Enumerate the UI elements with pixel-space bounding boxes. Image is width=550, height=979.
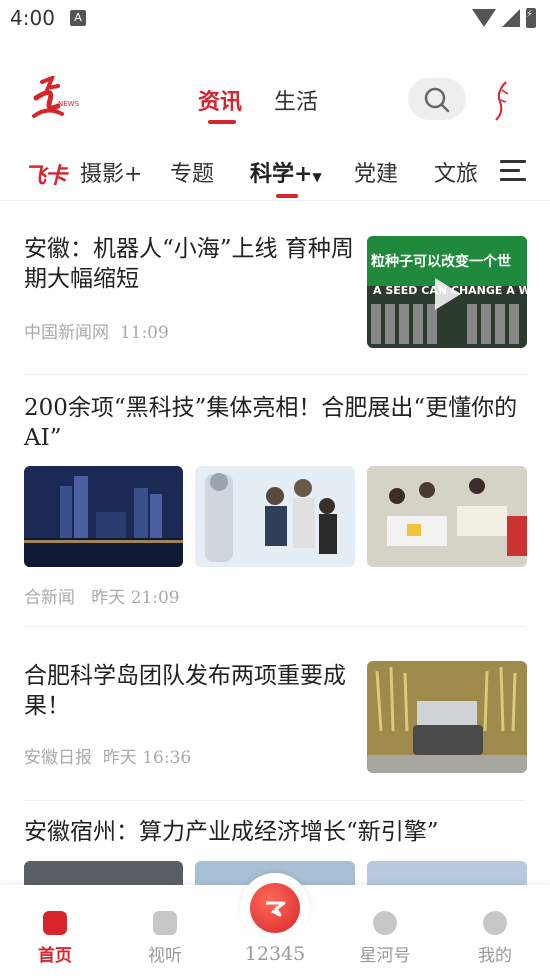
news-image-city[interactable] [24,466,183,567]
news-source: 合新闻 [24,588,75,608]
tab-news[interactable]: 资讯 [198,84,242,124]
active-channel-indicator [276,194,298,198]
news-source: 中国新闻网 [24,323,109,343]
tab-life[interactable]: 生活 [274,84,318,116]
channel-special[interactable]: 专题 [170,156,214,188]
chat-icon [373,911,397,935]
news-meta: 合新闻 昨天 21:09 [24,583,180,608]
hotline-button[interactable] [240,873,310,943]
news-title[interactable]: 安徽宿州：算力产业成经济增长“新引擎” [24,817,526,847]
news-item[interactable]: 安徽：机器人“小海”上线 育种周期大幅缩短 中国新闻网 11:09 粒种子可以改… [0,200,550,374]
nav-home-label: 首页 [38,946,72,966]
news-time: 昨天 16:36 [102,748,192,768]
news-image-robot[interactable] [195,466,355,567]
battery-icon [526,8,536,28]
channel-photo[interactable]: 摄影+ [80,156,142,188]
news-title[interactable]: 200余项“黑科技”集体亮相！合肥展出“更懂你的AI” [24,393,526,453]
svg-text:NEWS: NEWS [58,100,80,108]
nav-me-label: 我的 [478,946,512,966]
channel-science[interactable]: 科学+▼ [250,156,322,188]
news-thumbnail[interactable]: 粒种子可以改变一个世 A SEED CAN CHANGE A WORLD [367,236,527,348]
nav-home[interactable]: 首页 [15,911,95,966]
menu-icon[interactable] [500,160,526,182]
profile-icon [483,911,507,935]
search-icon [424,87,450,113]
app-header: NEWS 资讯 生活 [0,70,550,130]
channel-culture-tourism[interactable]: 文旅 [434,156,478,188]
hotline-icon [250,883,300,933]
news-meta: 中国新闻网 11:09 [24,318,169,343]
news-image-exhibition[interactable] [367,466,527,567]
bottom-navigation: 首页 视听 12345 星河号 我的 [0,873,550,979]
nav-hotline[interactable]: 12345 [235,943,315,965]
nav-xinghe[interactable]: 星河号 [345,911,425,966]
nav-av-label: 视听 [148,946,182,966]
nav-me[interactable]: 我的 [455,911,535,966]
channel-science-label: 科学+ [250,161,313,187]
signal-icon [502,9,520,27]
news-item[interactable]: 合肥科学岛团队发布两项重要成果！ 安徽日报 昨天 16:36 [0,627,550,799]
news-title[interactable]: 合肥科学岛团队发布两项重要成果！ [24,661,354,721]
channel-feika[interactable]: 飞卡 [24,158,67,190]
news-time: 昨天 21:09 [91,588,180,608]
channel-bar: 飞卡 摄影+ 专题 科学+▼ 党建 文旅 [0,148,550,201]
svg-text:粒种子可以改变一个世: 粒种子可以改变一个世 [371,253,511,270]
news-source: 安徽日报 [24,748,92,768]
top-tabs: 资讯 生活 [198,84,318,124]
news-item[interactable]: 200余项“黑科技”集体亮相！合肥展出“更懂你的AI” 合新闻 昨天 21:09 [0,375,550,625]
news-time: 11:09 [119,323,169,343]
nav-av[interactable]: 视听 [125,911,205,966]
notification-icon: A [70,10,86,26]
app-logo-icon[interactable]: NEWS [28,74,80,126]
status-bar: 4:00 A [0,0,550,38]
news-meta: 安徽日报 昨天 16:36 [24,743,191,768]
play-icon [153,911,177,935]
home-icon [43,911,67,935]
status-time: 4:00 [10,6,55,30]
status-icons [472,8,536,28]
chevron-down-icon: ▼ [312,170,322,184]
wifi-icon [472,9,496,27]
search-button[interactable] [408,78,466,120]
channel-party[interactable]: 党建 [354,156,398,188]
news-title[interactable]: 安徽：机器人“小海”上线 育种周期大幅缩短 [24,234,354,294]
nav-hotline-label: 12345 [244,943,306,965]
news-thumbnail[interactable] [367,661,527,773]
side-badge-icon[interactable] [492,80,512,122]
nav-xinghe-label: 星河号 [359,946,411,966]
